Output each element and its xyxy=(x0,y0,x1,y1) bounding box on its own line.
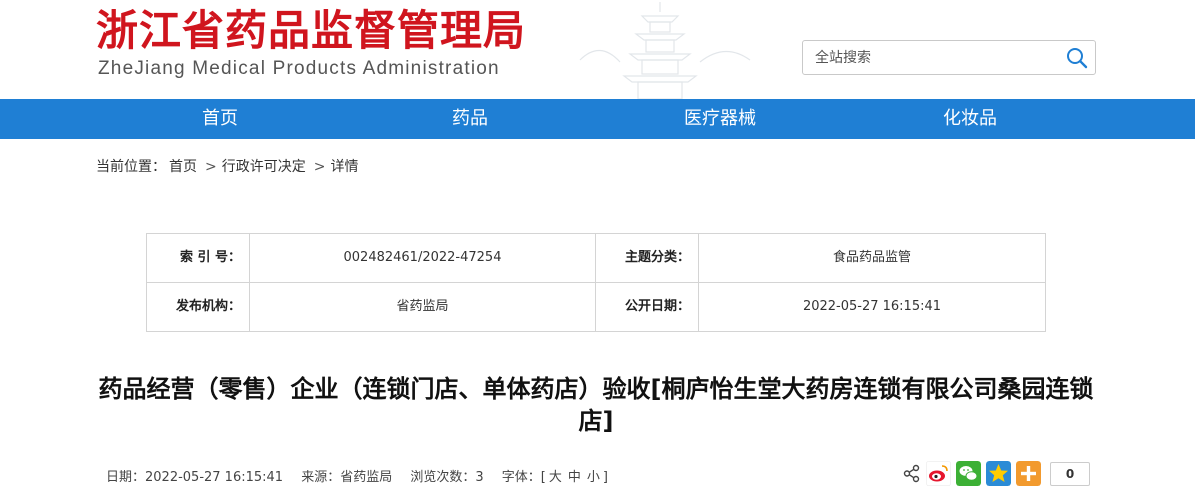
table-row: 索 引 号： 002482461/2022-47254 主题分类： 食品药品监管 xyxy=(147,234,1045,283)
topic-category-value: 食品药品监管 xyxy=(832,250,911,265)
breadcrumb-prefix: 当前位置： xyxy=(96,159,166,175)
article-source: 来源：省药监局 xyxy=(301,470,393,485)
index-number-value: 002482461/2022-47254 xyxy=(343,250,502,265)
publisher-value: 省药监局 xyxy=(396,299,449,314)
pagoda-illustration xyxy=(579,2,751,99)
site-logo-title[interactable]: 浙江省药品监督管理局 xyxy=(96,6,526,56)
article-info-bar: 日期：2022-05-27 16:15:41 来源：省药监局 浏览次数：3 字体… xyxy=(106,466,622,485)
qzone-icon[interactable] xyxy=(986,461,1011,486)
nav-item-drugs[interactable]: 药品 xyxy=(420,99,520,139)
search-icon[interactable] xyxy=(1065,46,1089,70)
share-count: 0 xyxy=(1050,462,1090,486)
publish-date-label: 公开日期： xyxy=(624,299,690,314)
article-view-count: 浏览次数：3 xyxy=(410,470,484,485)
breadcrumb-admin-licensing[interactable]: 行政许可决定 xyxy=(222,159,306,175)
wechat-icon[interactable] xyxy=(956,461,981,486)
font-size-medium-link[interactable]: 中 xyxy=(568,470,581,485)
more-icon[interactable] xyxy=(1016,461,1041,486)
main-nav: 首页 药品 医疗器械 化妆品 xyxy=(0,99,1195,139)
nav-item-medical-devices[interactable]: 医疗器械 xyxy=(660,99,780,139)
search-box xyxy=(802,40,1096,75)
header: 浙江省药品监督管理局 ZheJiang Medical Products Adm… xyxy=(0,0,1195,99)
publisher-label: 发布机构： xyxy=(175,299,241,314)
breadcrumb-separator: > xyxy=(313,159,326,175)
font-size-label: 字体：[ xyxy=(501,470,546,485)
publish-date-value: 2022-05-27 16:15:41 xyxy=(802,299,942,314)
weibo-icon[interactable] xyxy=(926,461,951,486)
nav-item-home[interactable]: 首页 xyxy=(170,99,270,139)
breadcrumb-detail: 详情 xyxy=(330,159,359,175)
topic-category-label: 主题分类： xyxy=(624,250,690,265)
breadcrumb: 当前位置： 首页 > 行政许可决定 > 详情 xyxy=(96,156,361,176)
nav-item-cosmetics[interactable]: 化妆品 xyxy=(920,99,1020,139)
article-title: 药品经营（零售）企业（连锁门店、单体药店）验收[桐庐怡生堂大药房连锁有限公司桑园… xyxy=(98,375,1094,435)
font-size-small-link[interactable]: 小 xyxy=(587,470,600,485)
font-size-control: 字体：[大中小] xyxy=(502,470,608,485)
font-size-large-link[interactable]: 大 xyxy=(549,470,562,485)
site-logo-subtitle: ZheJiang Medical Products Administration xyxy=(98,58,500,79)
metadata-table: 索 引 号： 002482461/2022-47254 主题分类： 食品药品监管… xyxy=(146,233,1046,332)
font-size-bracket: ] xyxy=(602,470,608,485)
share-icon[interactable] xyxy=(902,461,922,486)
index-number-label: 索 引 号： xyxy=(179,250,241,265)
table-row: 发布机构： 省药监局 公开日期： 2022-05-27 16:15:41 xyxy=(147,282,1045,331)
breadcrumb-separator: > xyxy=(205,159,217,175)
article-date: 日期：2022-05-27 16:15:41 xyxy=(106,470,284,485)
search-input[interactable] xyxy=(803,41,1053,74)
breadcrumb-home[interactable]: 首页 xyxy=(169,159,197,175)
